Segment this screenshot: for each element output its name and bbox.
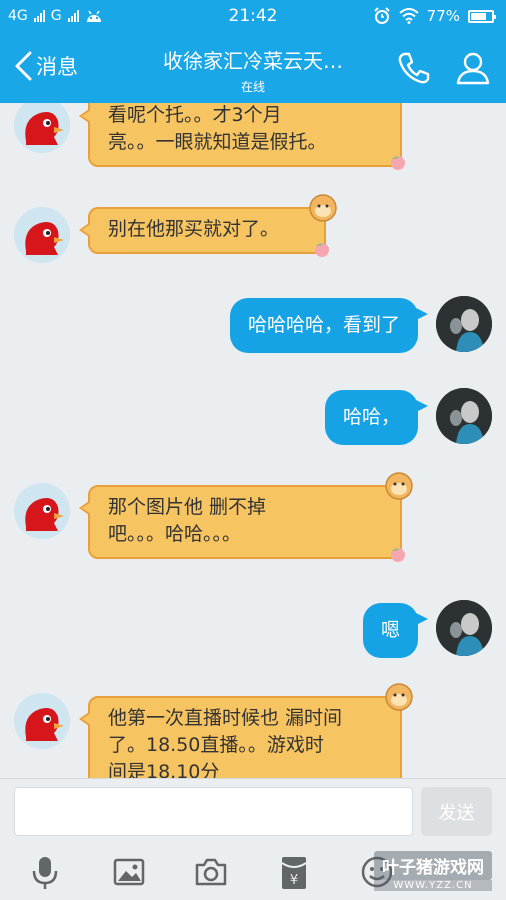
- contact-status: 在线: [240, 80, 265, 94]
- phone-icon[interactable]: [396, 50, 432, 86]
- battery-percent: 77%: [426, 7, 460, 25]
- message-line: 那个图片他 删不掉: [108, 496, 267, 518]
- back-button[interactable]: 消息: [12, 50, 78, 82]
- peach-icon: [315, 243, 329, 257]
- monkey-badge-icon: [309, 194, 337, 222]
- send-button[interactable]: 发送: [421, 787, 492, 836]
- watermark-url: WWW.YZZ.CN: [374, 880, 492, 891]
- message-bubble[interactable]: 看呢个托。。才3个月 亮。。一眼就知道是假托。: [79, 103, 405, 170]
- red-bird-avatar-icon: [14, 207, 70, 263]
- wifi-icon: [398, 8, 419, 24]
- watermark-logo: 叶子猪游戏网 WWW.YZZ.CN: [374, 851, 492, 891]
- message-bubble[interactable]: 别在他那买就对了。: [79, 194, 337, 257]
- image-icon[interactable]: [112, 855, 146, 889]
- message-list[interactable]: 看呢个托。。才3个月 亮。。一眼就知道是假托。 别在他那买就对了。 哈哈哈哈，看…: [0, 103, 506, 778]
- photo-avatar-icon: [436, 388, 492, 444]
- message-line: 亮。。一眼就知道是假托。: [108, 131, 327, 153]
- monkey-badge-icon: [385, 472, 413, 500]
- message-line: 了。18.50直播。。游戏时: [108, 734, 324, 756]
- message-line: 他第一次直播时候也 漏时间: [108, 707, 343, 729]
- contact-name: 收徐家汇冷菜云天…: [163, 49, 343, 73]
- chevron-left-icon: [15, 51, 32, 81]
- contact-avatar[interactable]: [14, 693, 70, 749]
- chat-header: 消息 收徐家汇冷菜云天… 在线: [0, 33, 506, 103]
- message-input[interactable]: [14, 787, 413, 836]
- message-line: 间是18.10分: [108, 761, 220, 778]
- contact-title[interactable]: 收徐家汇冷菜云天… 在线: [130, 45, 376, 95]
- red-packet-icon[interactable]: ¥: [280, 855, 308, 891]
- monkey-badge-icon: [385, 683, 413, 711]
- peach-icon: [391, 548, 405, 562]
- battery-icon: [468, 9, 496, 23]
- back-label: 消息: [36, 55, 78, 79]
- red-bird-avatar-icon: [14, 693, 70, 749]
- my-avatar[interactable]: [436, 388, 492, 444]
- status-bar: 4G G 21:42 77%: [0, 0, 506, 33]
- message-line: 别在他那买就对了。: [108, 218, 280, 240]
- red-bird-avatar-icon: [14, 103, 70, 153]
- message-line: 吧。。。哈哈。。。: [108, 523, 242, 545]
- camera-icon[interactable]: [194, 855, 228, 889]
- message-line: 哈哈哈哈，看到了: [247, 314, 400, 336]
- photo-avatar-icon: [436, 296, 492, 352]
- contact-avatar[interactable]: [14, 207, 70, 263]
- photo-avatar-icon: [436, 600, 492, 656]
- peach-icon: [391, 156, 405, 170]
- message-bubble[interactable]: 哈哈哈哈，看到了: [229, 298, 429, 353]
- message-bubble[interactable]: 他第一次直播时候也 漏时间 了。18.50直播。。游戏时 间是18.10分: [79, 683, 413, 778]
- message-line: 哈哈，: [342, 406, 400, 428]
- red-bird-avatar-icon: [14, 483, 70, 539]
- alarm-icon: [373, 7, 390, 24]
- svg-text:¥: ¥: [290, 873, 298, 888]
- my-avatar[interactable]: [436, 296, 492, 352]
- message-bubble[interactable]: 哈哈，: [324, 390, 429, 445]
- input-bar: 发送 ¥ 叶子猪游戏网 WWW.YZZ.CN: [0, 778, 506, 900]
- message-bubble[interactable]: 嗯: [362, 603, 429, 658]
- contact-avatar[interactable]: [14, 483, 70, 539]
- contact-avatar[interactable]: [14, 103, 70, 153]
- message-line: 看呢个托。。才3个月: [108, 104, 282, 126]
- microphone-icon[interactable]: [30, 855, 60, 891]
- message-line: 嗯: [380, 619, 400, 641]
- person-icon[interactable]: [455, 50, 491, 86]
- watermark-title: 叶子猪游戏网: [374, 851, 492, 880]
- message-bubble[interactable]: 那个图片他 删不掉 吧。。。哈哈。。。: [79, 472, 413, 562]
- my-avatar[interactable]: [436, 600, 492, 656]
